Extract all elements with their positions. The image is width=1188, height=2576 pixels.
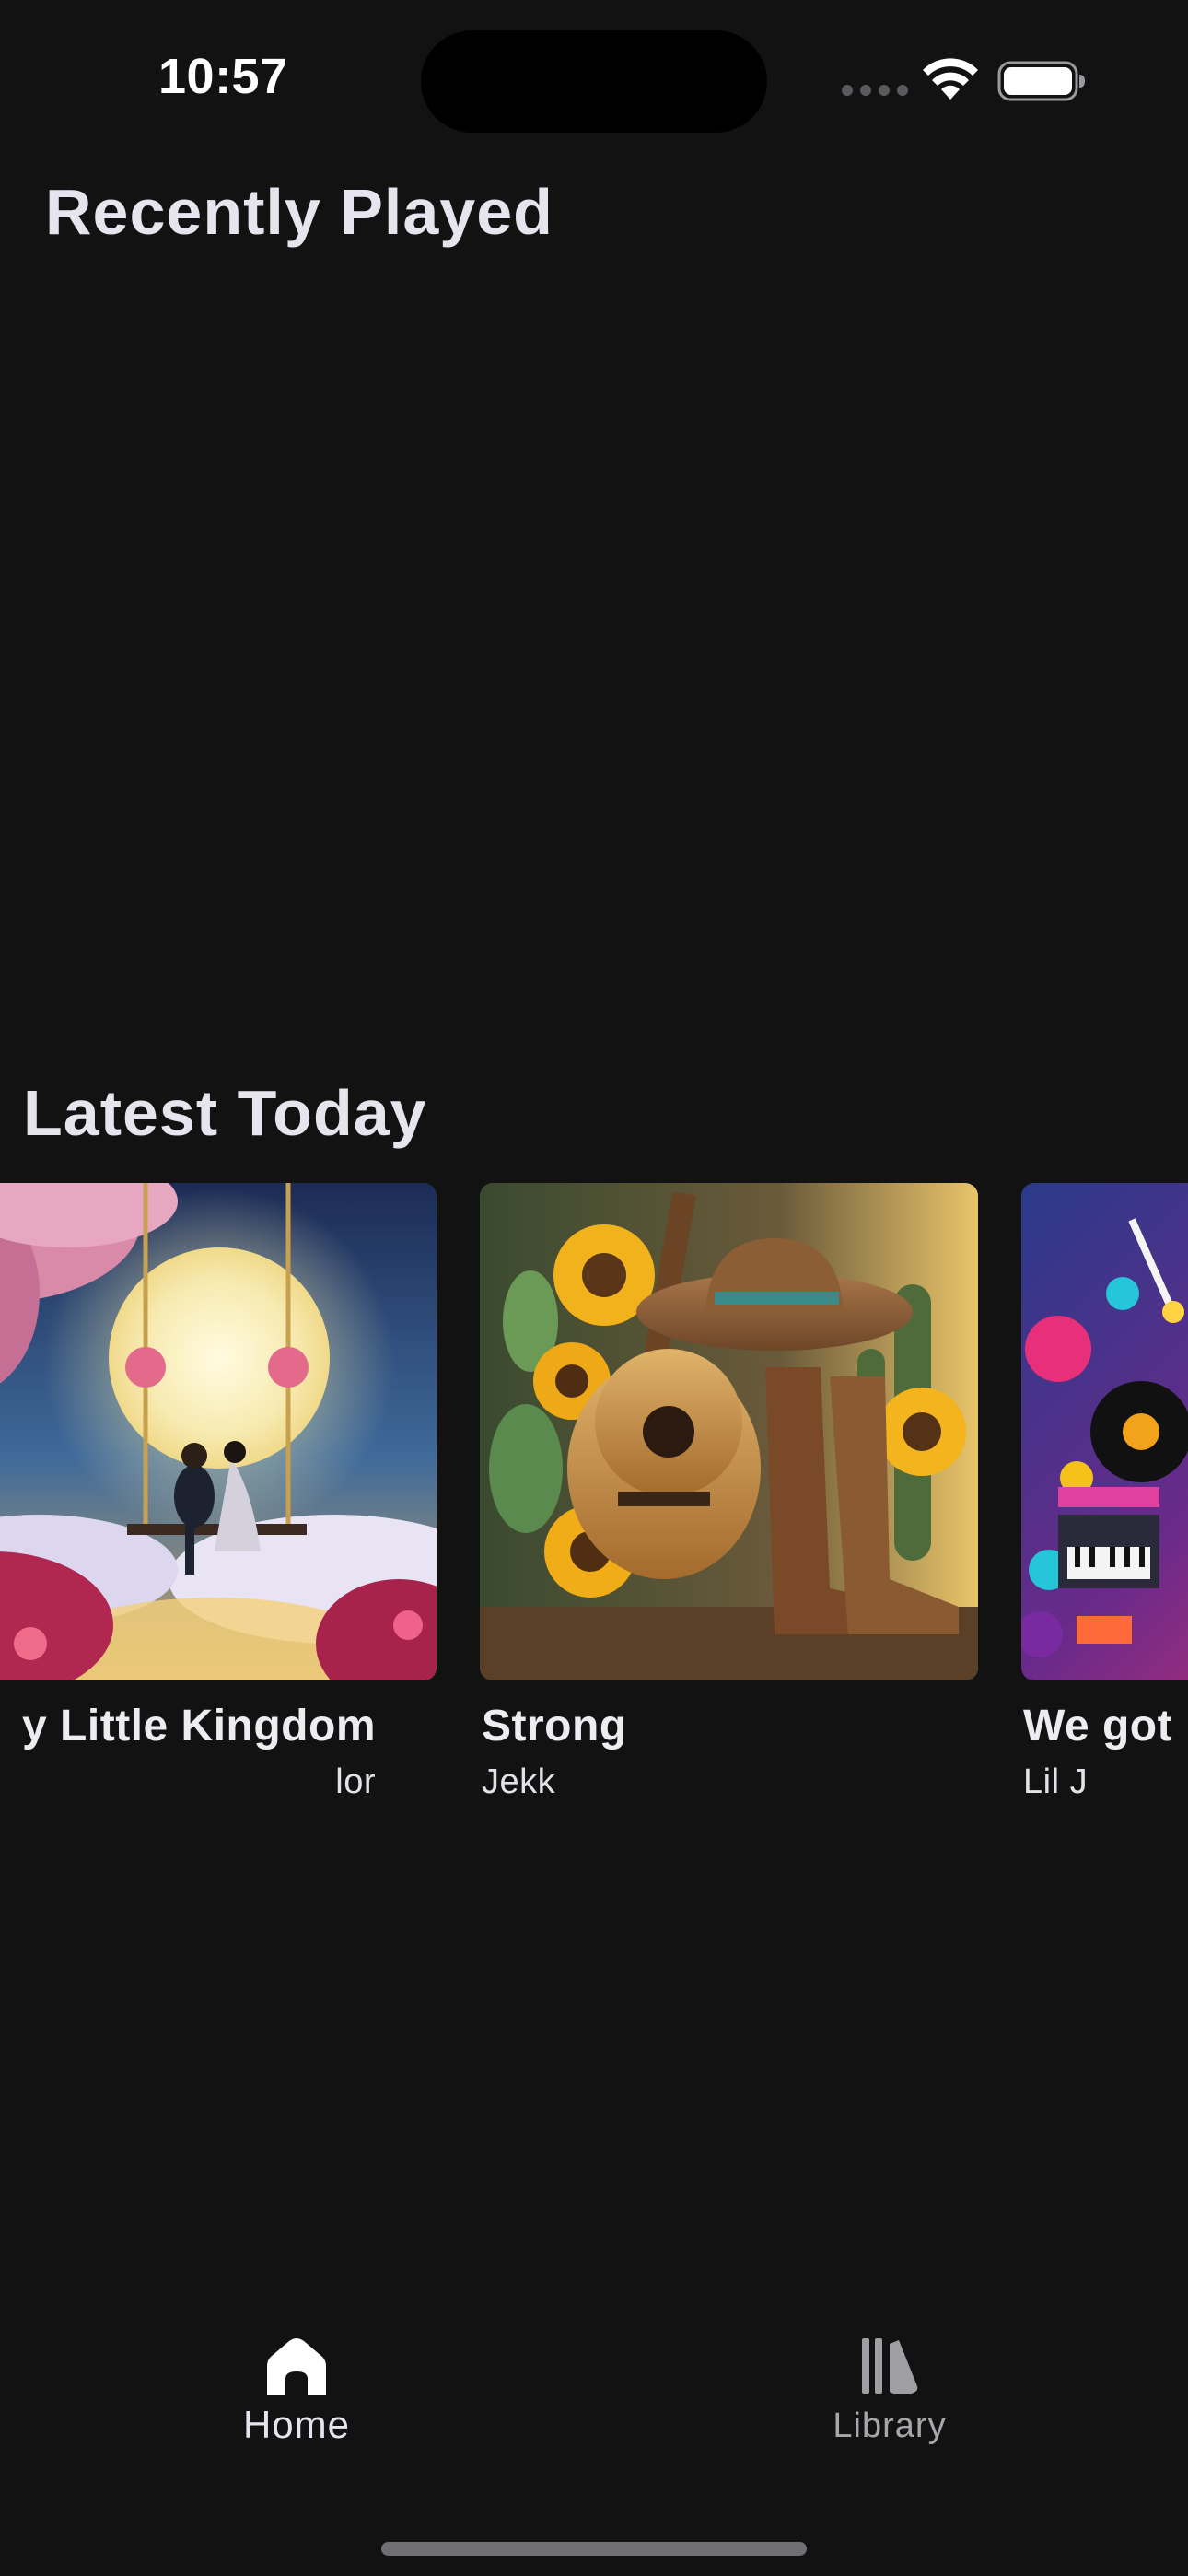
album-title: We got bbox=[1023, 1702, 1173, 1751]
tab-library[interactable]: Library bbox=[751, 2338, 1028, 2446]
moonlit-swing-couple-artwork bbox=[0, 1183, 437, 1680]
library-icon bbox=[862, 2338, 918, 2394]
home-icon bbox=[267, 2338, 326, 2395]
recently-played-list bbox=[0, 267, 1188, 1050]
battery-full-icon bbox=[997, 61, 1085, 101]
album-artist: lor bbox=[335, 1762, 376, 1801]
album-card[interactable]: Strong Jekk bbox=[480, 1183, 978, 1802]
tab-home[interactable]: Home bbox=[158, 2338, 435, 2447]
tab-library-label: Library bbox=[833, 2406, 947, 2445]
recently-played-title: Recently Played bbox=[45, 176, 553, 248]
home-indicator[interactable] bbox=[381, 2542, 807, 2556]
tab-home-label: Home bbox=[242, 2403, 351, 2446]
cowboy-hat-guitar-sunflowers-artwork bbox=[480, 1183, 978, 1680]
album-card[interactable]: We got Lil J bbox=[1021, 1183, 1188, 1802]
cellular-signal-icon bbox=[842, 85, 908, 96]
album-title: Strong bbox=[482, 1702, 627, 1751]
tab-bar: Home Library bbox=[0, 2303, 1188, 2488]
status-time: 10:57 bbox=[158, 49, 288, 104]
album-card[interactable]: y Little Kingdom lor bbox=[0, 1183, 437, 1802]
wifi-icon bbox=[923, 58, 978, 100]
latest-today-title: Latest Today bbox=[23, 1077, 427, 1149]
album-artist: Lil J bbox=[1023, 1762, 1089, 1801]
colorful-vinyl-synth-artwork bbox=[1021, 1183, 1188, 1680]
album-title: y Little Kingdom bbox=[22, 1702, 376, 1751]
album-artist: Jekk bbox=[482, 1762, 556, 1801]
dynamic-island bbox=[421, 30, 767, 133]
latest-today-carousel[interactable]: y Little Kingdom lor Strong Jekk We got … bbox=[0, 1183, 1188, 1828]
status-bar: 10:57 bbox=[0, 0, 1188, 157]
